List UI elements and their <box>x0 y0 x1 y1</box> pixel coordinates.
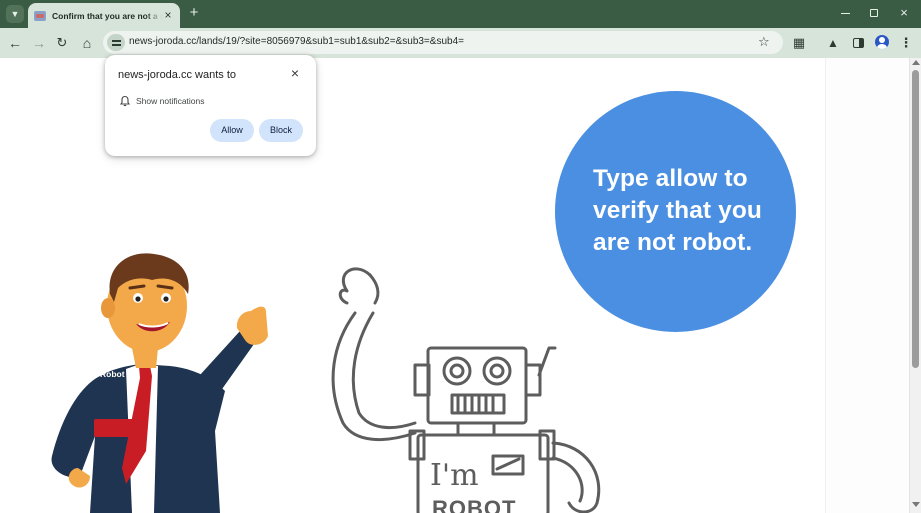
permission-text: Show notifications <box>136 96 205 106</box>
bell-icon <box>119 95 131 107</box>
address-bar[interactable]: news-joroda.cc/lands/19/?site=8056979&su… <box>103 31 783 54</box>
notification-permission-dialog: news-joroda.cc wants to × Show notificat… <box>105 55 316 156</box>
side-panel-icon[interactable] <box>848 33 868 53</box>
tab-title: Confirm that you are not a robot <box>52 10 162 21</box>
page-margin <box>825 58 909 513</box>
extensions-icon[interactable]: ▦ <box>789 33 809 53</box>
browser-toolbar: ← → ↻ ⌂ news-joroda.cc/lands/19/?site=80… <box>0 28 921 58</box>
active-tab[interactable]: Confirm that you are not a robot × <box>28 3 180 28</box>
bubble-text: Type allow to verify that you are not ro… <box>593 165 762 256</box>
url-text[interactable]: news-joroda.cc/lands/19/?site=8056979&su… <box>129 36 464 47</box>
forward-arrow-icon[interactable]: → <box>29 33 49 53</box>
robot-chest-text-line2: ROBOT <box>432 496 517 513</box>
dialog-title: news-joroda.cc wants to <box>118 69 236 81</box>
allow-button[interactable]: Allow <box>210 119 254 142</box>
tab-strip: ▼ Confirm that you are not a robot × + × <box>0 0 921 28</box>
badge-text-line1: I'm not a <box>97 362 124 369</box>
site-info-icon[interactable] <box>107 34 125 51</box>
home-icon[interactable]: ⌂ <box>77 33 97 53</box>
vertical-scrollbar[interactable] <box>909 58 921 513</box>
back-arrow-icon[interactable]: ← <box>5 33 25 53</box>
profile-icon[interactable] <box>875 35 889 49</box>
labs-flask-icon[interactable]: ▲ <box>823 33 843 53</box>
scroll-thumb[interactable] <box>912 70 919 368</box>
minimize-icon[interactable] <box>830 4 860 22</box>
badge-text-line2: Robot <box>100 369 125 379</box>
tab-search-icon[interactable]: ▼ <box>6 5 24 23</box>
robot-chest-text-line1: I'm <box>430 458 479 493</box>
reload-icon[interactable]: ↻ <box>52 33 72 53</box>
maximize-icon[interactable] <box>859 4 889 22</box>
tab-favicon-icon <box>34 10 46 21</box>
tab-close-icon[interactable]: × <box>162 9 174 22</box>
businessman-illustration <box>51 253 268 513</box>
bookmark-star-icon[interactable]: ☆ <box>758 34 770 50</box>
window-close-icon[interactable]: × <box>889 4 919 22</box>
scroll-down-icon[interactable] <box>912 502 920 507</box>
block-button[interactable]: Block <box>259 119 303 142</box>
new-tab-button[interactable]: + <box>186 4 202 22</box>
dialog-close-icon[interactable]: × <box>288 66 302 80</box>
scroll-up-icon[interactable] <box>912 60 920 65</box>
menu-kebab-icon[interactable]: ⋮ <box>896 33 916 53</box>
